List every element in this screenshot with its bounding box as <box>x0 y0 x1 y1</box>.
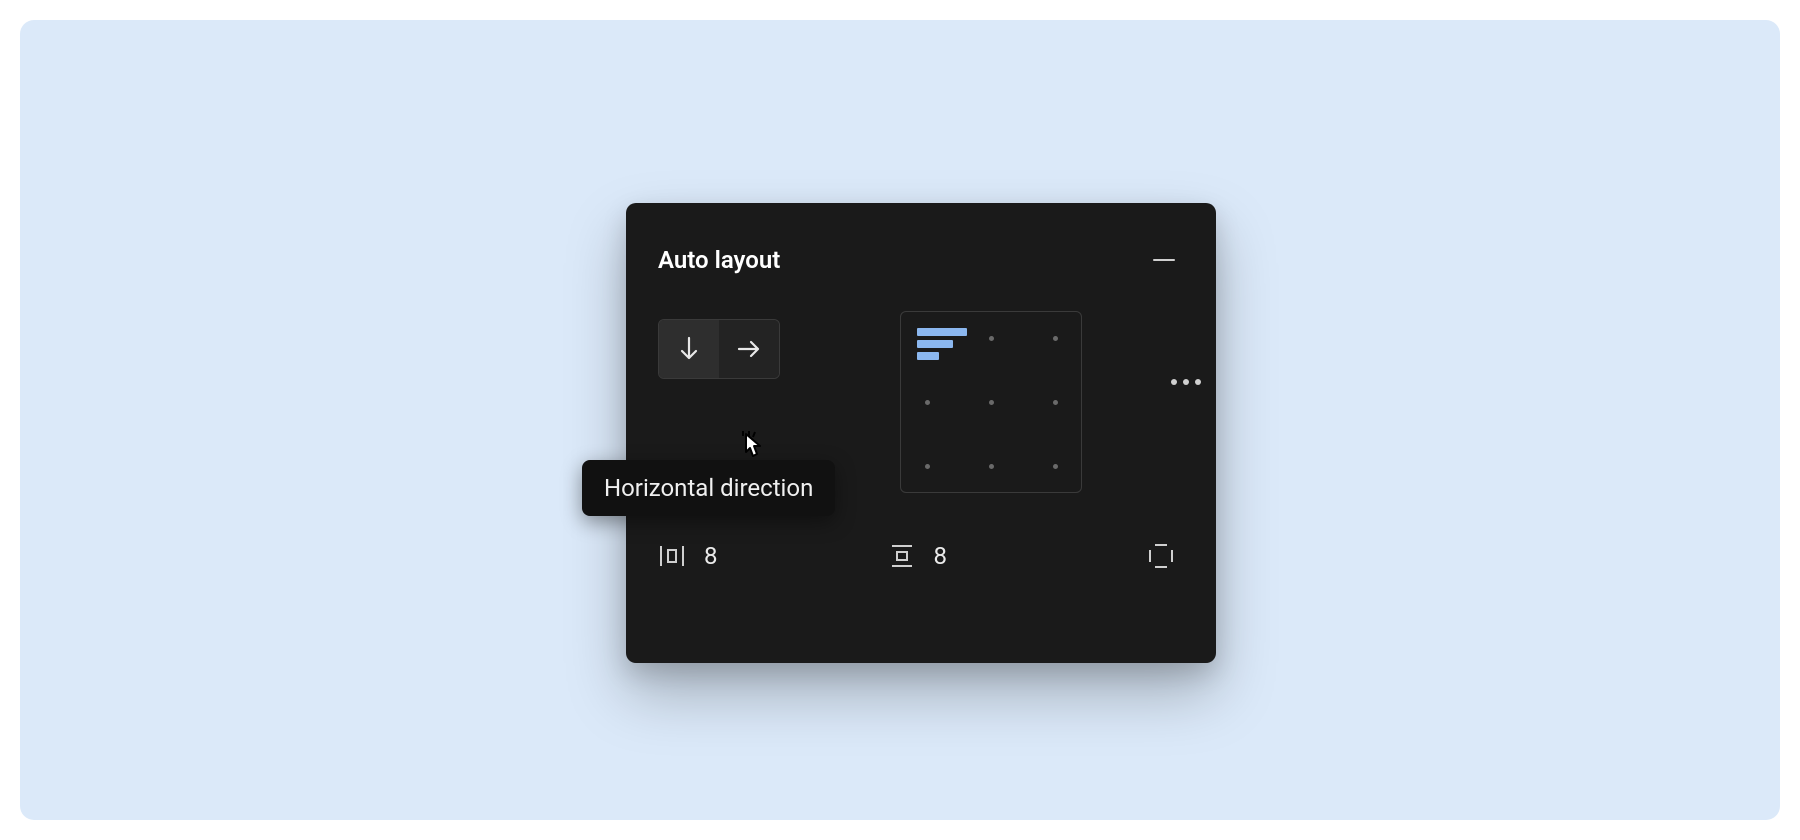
panel-header: Auto layout <box>658 229 1184 285</box>
minus-icon <box>1153 259 1175 262</box>
alignment-picker[interactable] <box>900 311 1082 493</box>
remove-auto-layout-button[interactable] <box>1144 240 1184 280</box>
alignment-dot <box>989 400 994 405</box>
spacing-between-input[interactable]: 8 <box>658 542 718 570</box>
ellipsis-icon <box>1183 379 1189 385</box>
padding-input[interactable]: 8 <box>888 542 948 570</box>
tooltip-text: Horizontal direction <box>604 474 813 502</box>
spacing-row: 8 8 <box>658 541 1184 571</box>
alignment-top-left-indicator-icon <box>917 328 967 360</box>
tooltip: Horizontal direction <box>582 460 835 516</box>
arrow-right-icon <box>736 338 762 360</box>
padding-icon <box>888 543 916 569</box>
alignment-dot <box>989 336 994 341</box>
alignment-dot <box>1053 336 1058 341</box>
padding-value: 8 <box>934 542 948 570</box>
individual-padding-button[interactable] <box>1146 541 1176 571</box>
auto-layout-settings-button[interactable] <box>1164 360 1208 404</box>
alignment-dot <box>1053 400 1058 405</box>
individual-padding-icon <box>1146 541 1176 571</box>
alignment-dot <box>925 400 930 405</box>
alignment-dot <box>989 464 994 469</box>
spacing-between-value: 8 <box>704 542 718 570</box>
ellipsis-icon <box>1171 379 1177 385</box>
arrow-down-icon <box>678 336 700 362</box>
direction-segmented-control <box>658 319 780 379</box>
ellipsis-icon <box>1195 379 1201 385</box>
horizontal-direction-button[interactable] <box>719 320 779 378</box>
canvas-background: Auto layout <box>20 20 1780 820</box>
alignment-dot <box>1053 464 1058 469</box>
vertical-direction-button[interactable] <box>659 320 719 378</box>
auto-layout-panel: Auto layout <box>626 203 1216 663</box>
spacing-between-icon <box>658 543 686 569</box>
alignment-dot <box>925 464 930 469</box>
panel-title: Auto layout <box>658 246 780 274</box>
